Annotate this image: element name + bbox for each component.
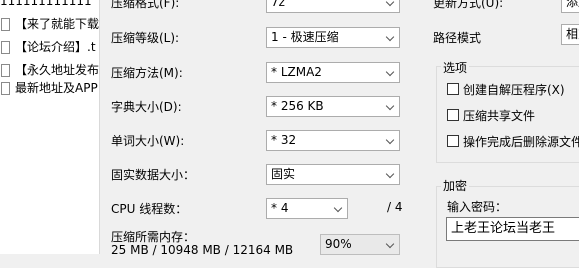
method-value: * LZMA2: [271, 65, 322, 79]
memory-percent-select[interactable]: 90%: [320, 234, 400, 255]
chevron-down-icon: [333, 203, 343, 213]
shared-checkbox-label: 压缩共享文件: [463, 109, 536, 123]
path-label: 路径模式: [433, 31, 482, 45]
list-item[interactable]: 最新地址及APP: [0, 79, 98, 97]
dict-label: 字典大小(D):: [111, 100, 182, 114]
level-select[interactable]: 1 - 极速压缩: [266, 27, 400, 48]
chevron-down-icon: [385, 67, 395, 77]
cpu-select[interactable]: * 4: [266, 198, 348, 219]
word-value: * 32: [271, 133, 297, 147]
shared-checkbox[interactable]: [447, 109, 459, 121]
dict-select[interactable]: * 256 KB: [266, 96, 400, 117]
dict-value: * 256 KB: [271, 99, 324, 113]
format-value: 7z: [271, 0, 285, 9]
memory-percent-value: 90%: [325, 237, 352, 251]
list-item[interactable]: 111111111111: [0, 0, 92, 10]
file-name: 【永久地址发布: [15, 63, 100, 77]
chevron-down-icon: [385, 135, 395, 145]
word-select[interactable]: * 32: [266, 130, 400, 151]
method-label: 压缩方法(M):: [111, 66, 183, 80]
update-value: 添加: [566, 0, 579, 9]
options-title: 选项: [441, 59, 470, 76]
sfx-checkbox-label: 创建自解压程序(X): [463, 83, 565, 97]
level-value: 1 - 极速压缩: [271, 30, 339, 44]
path-value: 相对: [566, 27, 579, 41]
chevron-down-icon: [385, 239, 395, 249]
file-list[interactable]: 111111111111 【来了就能下载 【论坛介绍】.t 【永久地址发布 最新…: [0, 0, 100, 254]
list-item[interactable]: 【永久地址发布: [0, 61, 99, 79]
file-icon: [1, 40, 10, 54]
file-name: 【论坛介绍】.t: [15, 40, 96, 54]
file-icon: [1, 81, 10, 95]
password-input[interactable]: 上老王论坛当老王: [446, 217, 579, 241]
word-label: 单词大小(W):: [111, 134, 185, 148]
file-name: 111111111111: [0, 0, 92, 8]
file-icon: [1, 63, 10, 77]
file-name: 【来了就能下载: [15, 17, 100, 31]
format-select[interactable]: 7z: [266, 0, 400, 13]
list-item[interactable]: 【来了就能下载: [0, 15, 99, 33]
chevron-down-icon: [385, 101, 395, 111]
update-select[interactable]: 添加: [561, 0, 579, 13]
method-select[interactable]: * LZMA2: [266, 62, 400, 83]
delete-source-checkbox-label: 操作完成后删除源文件: [463, 135, 579, 149]
update-label: 更新方式(U):: [433, 0, 504, 10]
cpu-value: * 4: [271, 201, 289, 215]
format-label: 压缩格式(F):: [111, 0, 180, 10]
list-item[interactable]: 【论坛介绍】.t: [0, 38, 96, 56]
solid-label: 固实数据大小：: [111, 168, 196, 182]
path-select[interactable]: 相对: [561, 24, 579, 45]
file-icon: [1, 17, 10, 31]
chevron-down-icon: [385, 0, 395, 7]
solid-value: 固实: [271, 167, 296, 181]
encryption-title: 加密: [441, 177, 470, 194]
cpu-label: CPU 线程数：: [111, 202, 188, 216]
solid-select[interactable]: 固实: [266, 164, 400, 185]
sfx-checkbox[interactable]: [447, 83, 459, 95]
file-name: 最新地址及APP: [15, 81, 98, 95]
delete-source-checkbox[interactable]: [447, 135, 459, 147]
chevron-down-icon: [385, 169, 395, 179]
password-value: 上老王论坛当老王: [451, 221, 556, 236]
chevron-down-icon: [385, 32, 395, 42]
level-label: 压缩等级(L):: [111, 31, 180, 45]
cpu-total: / 4: [387, 200, 403, 214]
memory-values: 25 MB / 10948 MB / 12164 MB: [111, 243, 294, 257]
password-label: 输入密码：: [447, 200, 508, 214]
